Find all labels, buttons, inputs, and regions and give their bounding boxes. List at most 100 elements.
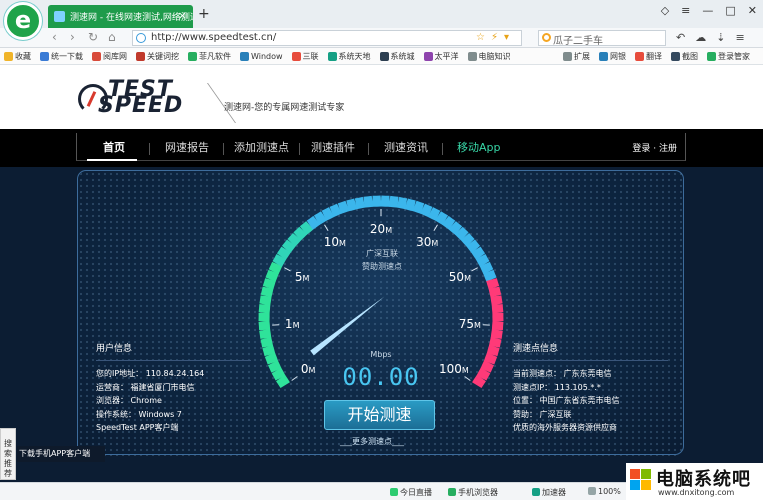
skin-icon[interactable]: ◇: [661, 4, 669, 17]
user-info-title: 用户信息: [96, 344, 133, 354]
tool-label: 网银: [610, 52, 626, 61]
bookmark-icon: [423, 51, 433, 61]
login-dot: ·: [653, 144, 657, 154]
bookmark-icon: [40, 51, 49, 61]
bookmark-item[interactable]: 收藏: [4, 51, 31, 62]
cloud-icon[interactable]: ☁: [695, 31, 706, 44]
bookmark-item[interactable]: 太平洋: [423, 51, 459, 62]
bookmark-item[interactable]: 三联: [291, 51, 319, 62]
home-icon[interactable]: ⌂: [108, 30, 116, 44]
user-browser: 浏览器： Chrome: [96, 396, 162, 406]
nav-news[interactable]: 测速资讯: [384, 139, 428, 155]
url-text: http://www.speedtest.cn/: [151, 32, 277, 43]
bookmark-item[interactable]: 统一下载: [40, 51, 83, 62]
bookmark-item[interactable]: 关键词挖: [136, 51, 179, 62]
side-search-char: 推: [4, 459, 12, 468]
back-icon[interactable]: ‹: [52, 30, 57, 44]
windows-logo-icon: [630, 469, 652, 491]
node-current: 当前测速点： 广东东莞电信: [513, 369, 612, 379]
nav-plugin[interactable]: 测速插件: [311, 139, 355, 155]
nav-report[interactable]: 网速报告: [165, 139, 209, 155]
user-isp: 运营商： 福建省厦门市电信: [96, 382, 195, 392]
app-client-link[interactable]: SpeedTest APP客户端: [96, 421, 251, 434]
url-input[interactable]: http://www.speedtest.cn/ ☆⚡▾: [132, 30, 522, 46]
bookmark-item[interactable]: 系统天地: [327, 51, 371, 62]
bookmark-icon: [327, 51, 337, 61]
site-tagline: 测速网-您的专属网速测试专家: [224, 103, 345, 113]
logo-text-bottom: SPEED: [98, 93, 184, 118]
bookmark-item[interactable]: 电脑知识: [467, 51, 511, 62]
status-mobile-browser[interactable]: 手机浏览器: [448, 487, 498, 498]
watermark: 电脑系统吧 www.dnxitong.com: [626, 463, 763, 500]
tool-icon: [707, 52, 716, 61]
nav-active-underline: [87, 159, 137, 161]
browser-tab[interactable]: 测速网 - 在线网速测试,网络测速 ×: [48, 5, 193, 28]
bookmark-label: 阅库网: [103, 51, 127, 61]
bookmark-icon: [467, 51, 477, 61]
browser-logo-icon[interactable]: e: [4, 2, 42, 40]
nav-add-node[interactable]: 添加测速点: [234, 139, 289, 155]
status-accel-label: 加速器: [542, 488, 566, 497]
node-info-divider: [513, 360, 668, 362]
bookmark-item[interactable]: 系统城: [379, 51, 415, 62]
toolbar-tool[interactable]: 登录管家: [707, 51, 750, 62]
undo-icon[interactable]: ↶: [676, 31, 685, 44]
minimize-icon[interactable]: —: [702, 4, 713, 17]
bookmark-icon: [240, 51, 249, 61]
browser-titlebar: 测速网 - 在线网速测试,网络测速 × + ◇ ≡ — □ ✕: [0, 0, 763, 28]
toolbar-tool[interactable]: 扩展: [563, 51, 590, 62]
side-search-char: 索: [4, 449, 12, 458]
menu-icon[interactable]: ≡: [681, 4, 690, 17]
refresh-icon[interactable]: ↻: [88, 30, 98, 44]
toolbar-tool[interactable]: 截图: [671, 51, 698, 62]
toolbar-tool[interactable]: 网银: [599, 51, 626, 62]
site-nav: 首页 网速报告 添加测速点 测速插件 测速资讯 移动App 登录 · 注册: [76, 133, 686, 161]
bookmark-label: 三联: [302, 51, 319, 61]
bookmark-label: 菲凡软件: [199, 51, 231, 61]
user-ip: 您的IP地址： 110.84.24.164: [96, 369, 205, 379]
start-test-button[interactable]: 开始测速: [324, 400, 435, 430]
side-search-char: 荐: [4, 469, 12, 478]
live-icon: [390, 488, 398, 496]
node-sponsor: 赞助： 广深互联: [513, 409, 572, 419]
more-icon[interactable]: ≡: [735, 31, 744, 44]
bookmark-item[interactable]: 阅库网: [92, 51, 127, 62]
zoom-icon: [588, 487, 596, 495]
search-input[interactable]: 瓜子二手车: [538, 30, 666, 47]
maximize-icon[interactable]: □: [725, 4, 735, 17]
login-link[interactable]: 登录: [632, 144, 650, 154]
download-icon[interactable]: ⇣: [716, 31, 725, 44]
node-info-panel: 测速点信息 当前测速点： 广东东莞电信 测速点IP： 113.105.*.* 位…: [513, 343, 668, 434]
more-nodes-link[interactable]: ___更多测速点___: [340, 436, 404, 447]
forward-icon[interactable]: ›: [70, 30, 75, 44]
register-link[interactable]: 注册: [659, 144, 677, 154]
tool-label: 翻译: [646, 52, 662, 61]
bookmark-icon: [379, 51, 389, 61]
nav-home[interactable]: 首页: [103, 139, 125, 155]
bookmark-label: 统一下载: [51, 51, 83, 61]
close-window-icon[interactable]: ✕: [748, 4, 757, 17]
nav-separator: [442, 143, 443, 155]
toolbar-tool[interactable]: 翻译: [635, 51, 662, 62]
bookmark-item[interactable]: Window: [240, 51, 283, 61]
tool-label: 登录管家: [718, 52, 750, 61]
nav-separator: [223, 143, 224, 155]
bookmark-item[interactable]: 菲凡软件: [188, 51, 231, 62]
user-os: 操作系统： Windows 7: [96, 409, 182, 419]
status-zoom[interactable]: 100%: [588, 487, 621, 496]
site-header: TEST SPEED 测速网-您的专属网速测试专家: [0, 65, 763, 129]
status-accelerator[interactable]: 加速器: [532, 487, 566, 498]
tab-favicon-icon: [54, 11, 65, 22]
mobile-icon: [448, 488, 456, 496]
status-today-live[interactable]: 今日直播: [390, 487, 432, 498]
nav-mobile-app[interactable]: 移动App: [457, 139, 501, 155]
tab-close-icon[interactable]: ×: [178, 9, 187, 22]
new-tab-button[interactable]: +: [198, 6, 210, 22]
bookmark-label: 电脑知识: [478, 51, 511, 61]
bookmark-icon: [92, 51, 101, 61]
tool-icon: [563, 52, 572, 61]
url-tools-icon[interactable]: ☆⚡▾: [476, 32, 515, 43]
nav-separator: [149, 143, 150, 155]
side-search-recommend[interactable]: 搜 索 推 荐: [0, 428, 16, 480]
download-app-banner[interactable]: 下载手机APP客户端: [17, 446, 105, 462]
